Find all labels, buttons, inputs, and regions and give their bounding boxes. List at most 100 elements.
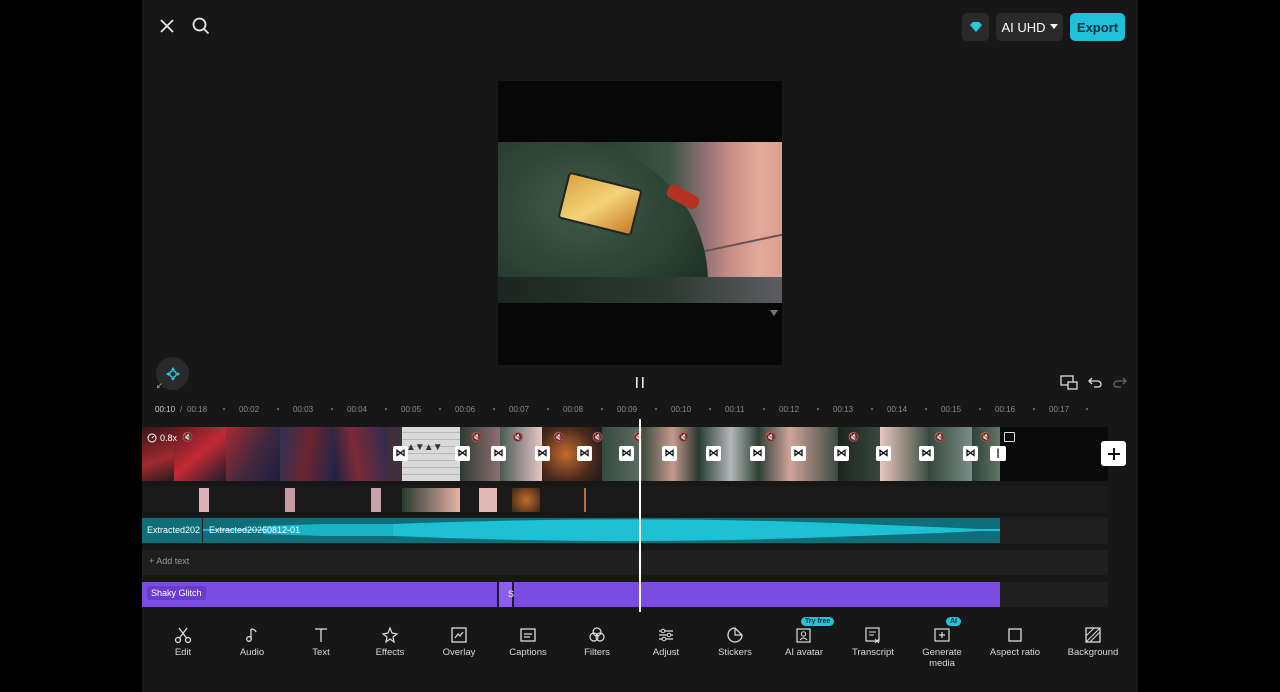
- ruler-tick: 00:08: [563, 405, 584, 414]
- tool-transcript[interactable]: Transcript: [840, 626, 906, 658]
- overlay-clip[interactable]: [512, 488, 540, 512]
- transcript-icon: [865, 627, 880, 644]
- overlay-clip[interactable]: [479, 488, 497, 512]
- mute-icon[interactable]: 🔇: [471, 432, 482, 443]
- plus-icon: [1107, 447, 1120, 460]
- generate-media-icon: [934, 628, 950, 642]
- tool-stickers[interactable]: Stickers: [702, 626, 768, 658]
- tool-edit[interactable]: Edit: [150, 626, 216, 658]
- scissors-icon: [174, 627, 192, 644]
- ai-badge: AI: [946, 617, 961, 626]
- audio-clip-label: Extracted202: [147, 525, 201, 535]
- freeze-frame-icon[interactable]: [1004, 432, 1015, 442]
- ruler-tick: 00:06: [455, 405, 476, 414]
- transition-icon[interactable]: ⋈: [706, 446, 721, 461]
- ruler-tick: 00:17: [1049, 405, 1070, 414]
- add-clip-button[interactable]: [1101, 441, 1126, 466]
- music-note-icon: [246, 628, 257, 642]
- ruler-tick: 00:02: [239, 405, 260, 414]
- transition-icon[interactable]: ⋈: [619, 446, 634, 461]
- tool-text[interactable]: Text: [288, 626, 354, 658]
- mute-icon[interactable]: 🔇: [765, 432, 776, 443]
- transition-icon[interactable]: ⋈: [577, 446, 592, 461]
- ruler-tick: 00:14: [887, 405, 908, 414]
- mute-icon[interactable]: 🔇: [553, 432, 564, 443]
- current-time: 00:10: [155, 405, 176, 414]
- tool-audio[interactable]: Audio: [219, 626, 285, 658]
- effect-clip-label: S: [508, 589, 515, 599]
- aspect-ratio-icon: [1008, 628, 1022, 642]
- effect-clip[interactable]: [514, 582, 1000, 607]
- sticker-icon: [727, 627, 743, 643]
- overlay-clip[interactable]: [199, 488, 209, 512]
- transition-icon[interactable]: ⋈: [919, 446, 934, 461]
- resolution-label: AI UHD: [1001, 19, 1046, 35]
- overlay-clip[interactable]: [584, 488, 586, 512]
- tool-ai-avatar[interactable]: AI avatar: [771, 626, 837, 658]
- ruler-tick: 00:16: [995, 405, 1016, 414]
- redo-icon[interactable]: [1110, 372, 1130, 392]
- transition-icon[interactable]: ⋈: [393, 446, 408, 461]
- pause-icon[interactable]: [630, 372, 650, 392]
- transition-icon[interactable]: ⋈: [535, 446, 550, 461]
- tool-effects[interactable]: Effects: [357, 626, 423, 658]
- tool-generate-media[interactable]: Generate media: [909, 626, 975, 669]
- close-icon[interactable]: [156, 14, 178, 38]
- tool-background[interactable]: Background: [1060, 626, 1126, 658]
- transition-icon[interactable]: ⋈: [491, 446, 506, 461]
- move-icon: [165, 366, 180, 381]
- editor-app: AI UHD Export ↙ 00:10 / 00:18 00:02 00:0…: [142, 0, 1138, 692]
- premium-button[interactable]: [962, 13, 989, 41]
- total-time: 00:18: [187, 405, 208, 414]
- chevron-down-icon: [1049, 24, 1058, 29]
- transition-icon[interactable]: ⋈: [791, 446, 806, 461]
- timeline-ruler[interactable]: 00:10 / 00:18 00:02 00:03 00:04 00:05 00…: [142, 400, 1138, 420]
- mute-icon[interactable]: 🔇: [980, 432, 991, 443]
- tool-overlay[interactable]: Overlay: [426, 626, 492, 658]
- clip-graffiti-text-image: ▲▼▲▼: [406, 442, 443, 453]
- mute-icon[interactable]: 🔇: [592, 432, 603, 443]
- tool-captions[interactable]: Captions: [495, 626, 561, 658]
- playhead[interactable]: [639, 419, 641, 612]
- add-text-button[interactable]: + Add text: [149, 556, 189, 566]
- mute-icon: 🔇: [182, 432, 194, 442]
- mute-icon[interactable]: 🔇: [678, 432, 689, 443]
- transition-icon[interactable]: ⋈: [662, 446, 677, 461]
- search-icon[interactable]: [190, 14, 212, 38]
- overlay-clip[interactable]: [285, 488, 295, 512]
- transition-icon[interactable]: ⋈: [750, 446, 765, 461]
- diamond-icon: [969, 22, 982, 32]
- overlay-icon: [451, 627, 467, 643]
- end-marker-icon[interactable]: |: [990, 446, 1006, 461]
- sliders-icon: [659, 628, 673, 642]
- overlay-clip[interactable]: [371, 488, 381, 512]
- text-track[interactable]: [142, 550, 1108, 575]
- mute-icon[interactable]: 🔇: [934, 432, 945, 443]
- ruler-tick: 00:12: [779, 405, 800, 414]
- preview-frame-image: [498, 142, 782, 303]
- ruler-tick: 00:04: [347, 405, 368, 414]
- captions-icon: [520, 628, 536, 642]
- audio-waveform: [203, 519, 1000, 542]
- tool-filters[interactable]: Filters: [564, 626, 630, 658]
- ruler-tick: 00:15: [941, 405, 962, 414]
- undo-icon[interactable]: [1085, 372, 1105, 392]
- tool-adjust[interactable]: Adjust: [633, 626, 699, 658]
- try-free-badge: Try free: [801, 617, 835, 626]
- export-button[interactable]: Export: [1070, 13, 1125, 41]
- collapse-arrow-icon: ↙: [156, 381, 163, 390]
- ruler-tick: 00:03: [293, 405, 314, 414]
- transition-icon[interactable]: ⋈: [963, 446, 978, 461]
- ruler-tick: 00:07: [509, 405, 530, 414]
- tool-aspect-ratio[interactable]: Aspect ratio: [982, 626, 1048, 658]
- resolution-dropdown[interactable]: AI UHD: [996, 13, 1063, 41]
- transition-icon[interactable]: ⋈: [834, 446, 849, 461]
- video-preview[interactable]: [498, 81, 782, 365]
- transition-icon[interactable]: ⋈: [455, 446, 470, 461]
- overlay-clip[interactable]: [402, 488, 460, 512]
- picture-in-picture-off-icon[interactable]: [1058, 372, 1080, 392]
- bottom-toolbar: Edit Audio Text Effects Overlay Captions…: [142, 614, 1138, 692]
- transition-icon[interactable]: ⋈: [876, 446, 891, 461]
- mute-icon[interactable]: 🔇: [512, 432, 523, 443]
- mute-icon[interactable]: 🔇: [848, 432, 859, 443]
